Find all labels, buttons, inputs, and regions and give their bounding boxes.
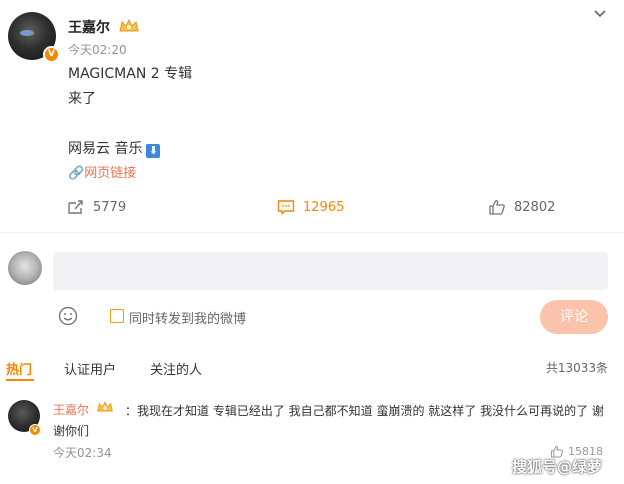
verified-badge-icon: V (43, 46, 60, 63)
web-link[interactable]: 🔗网页链接 (68, 162, 136, 181)
tab-verified-users[interactable]: 认证用户 (64, 359, 116, 378)
post-text-line-1: MAGICMAN 2 专辑 (68, 66, 193, 82)
down-arrow-emoji-icon: ⬇ (146, 144, 161, 158)
verified-badge-icon: V (29, 424, 41, 436)
comment-icon (277, 200, 295, 215)
comment-text: ：我现在才知道 专辑已经出了 我自己都不知道 蛮崩溃的 就这样了 我没什么可再说… (53, 404, 604, 438)
like-count: 82802 (514, 199, 556, 215)
submit-comment-button[interactable]: 评论 (540, 300, 608, 334)
comment-total-count: 共13033条 (545, 361, 608, 375)
repost-checkbox[interactable] (110, 309, 124, 323)
post-time[interactable]: 今天02:20 (68, 41, 127, 58)
chevron-down-icon[interactable] (592, 6, 608, 22)
tab-following[interactable]: 关注的人 (150, 359, 202, 378)
crown-icon (97, 401, 113, 412)
tab-hot[interactable]: 热门 (6, 359, 32, 378)
post-author-name[interactable]: 王嘉尔 (68, 17, 110, 37)
comment-author-name[interactable]: 王嘉尔 (53, 401, 90, 418)
emoji-smiley-icon[interactable] (58, 306, 78, 326)
link-icon: 🔗 (68, 166, 85, 181)
comment-count: 12965 (303, 199, 345, 215)
web-link-label: 网页链接 (84, 166, 137, 181)
comment-button[interactable]: 12965 (277, 199, 344, 215)
section-divider (0, 232, 624, 233)
comment-time: 今天02:34 (53, 446, 112, 460)
post-text-music: 网易云 音乐 (68, 141, 143, 157)
post-text-line-2: 来了 (68, 91, 96, 107)
like-button[interactable]: 82802 (488, 199, 555, 215)
comment-input[interactable] (53, 252, 608, 290)
crown-icon (119, 18, 139, 32)
active-tab-indicator (6, 379, 34, 381)
repost-icon (68, 200, 83, 214)
user-avatar[interactable] (8, 251, 42, 285)
repost-checkbox-label[interactable]: 同时转发到我的微博 (129, 308, 246, 327)
post-text-line-3: 网易云 音乐 ⬇ (68, 138, 161, 158)
repost-button[interactable]: 5779 (67, 199, 126, 215)
avatar-eye-detail (20, 30, 34, 36)
watermark-text: 搜狐号@绿萝 (512, 458, 603, 476)
repost-count: 5779 (93, 199, 127, 215)
thumbs-up-icon (489, 199, 505, 215)
